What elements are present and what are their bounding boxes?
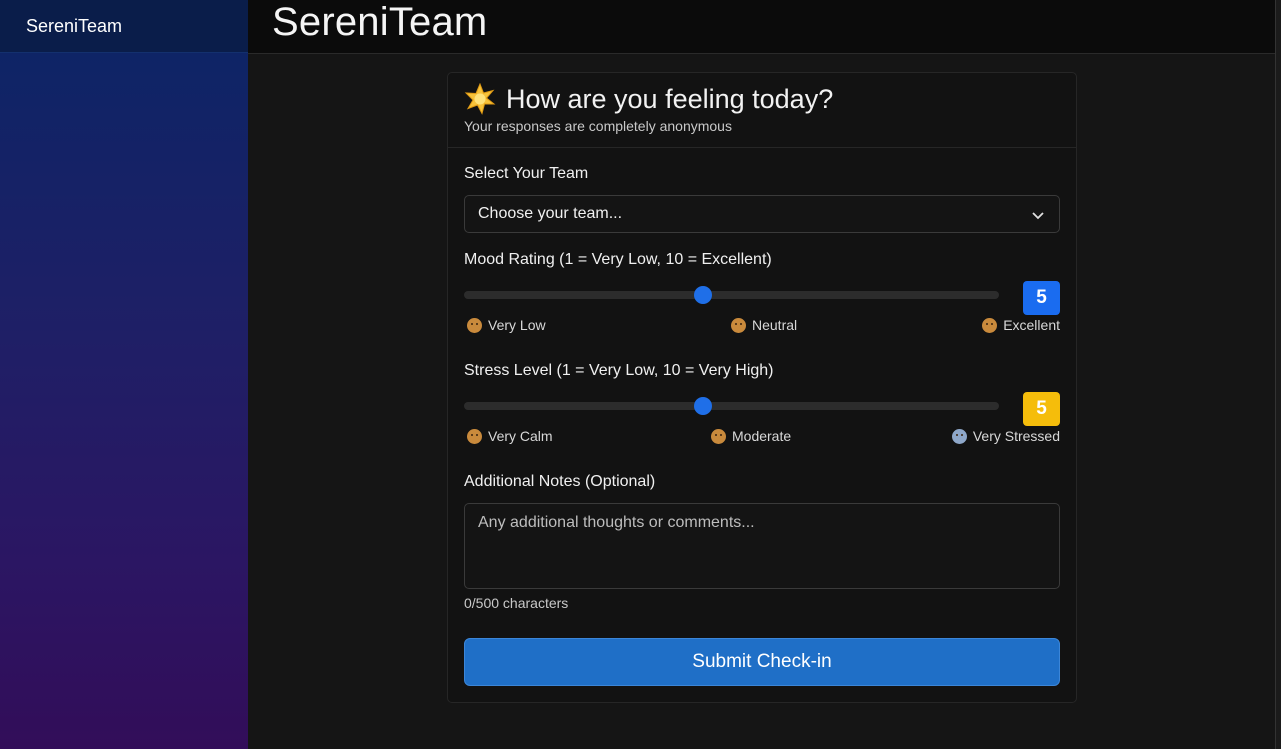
chevron-down-icon bbox=[1031, 208, 1045, 222]
sidebar: SereniTeam bbox=[0, 0, 248, 749]
stress-scale-low: Very Calm bbox=[467, 428, 553, 444]
mood-value-badge: 5 bbox=[1023, 281, 1060, 315]
stress-label: Stress Level (1 = Very Low, 10 = Very Hi… bbox=[464, 362, 774, 379]
page-title: SereniTeam bbox=[272, 0, 488, 44]
submit-checkin-button[interactable]: Submit Check-in bbox=[464, 638, 1060, 686]
team-select[interactable]: Choose your team... bbox=[464, 195, 1060, 233]
face-emoji-icon bbox=[951, 428, 967, 444]
stress-value-badge: 5 bbox=[1023, 392, 1060, 426]
notes-placeholder: Any additional thoughts or comments... bbox=[478, 514, 755, 531]
team-select-value: Choose your team... bbox=[478, 205, 623, 222]
mood-slider-thumb[interactable] bbox=[694, 286, 712, 304]
main-content: How are you feeling today? Your response… bbox=[248, 54, 1275, 749]
mood-scale-high-label: Excellent bbox=[1003, 317, 1060, 333]
sidebar-brand[interactable]: SereniTeam bbox=[0, 0, 248, 53]
face-emoji-icon bbox=[467, 317, 482, 333]
card-header: How are you feeling today? Your response… bbox=[448, 73, 1076, 148]
face-emoji-icon bbox=[731, 317, 746, 333]
stress-scale: Very Calm Moderate Very Stressed bbox=[464, 428, 1060, 446]
card-subtitle: Your responses are completely anonymous bbox=[464, 118, 732, 134]
mood-slider[interactable] bbox=[464, 286, 999, 304]
stress-slider[interactable] bbox=[464, 397, 999, 415]
face-emoji-icon bbox=[711, 428, 726, 444]
mood-label: Mood Rating (1 = Very Low, 10 = Excellen… bbox=[464, 251, 772, 268]
stress-scale-mid: Moderate bbox=[711, 428, 791, 444]
star-icon bbox=[464, 82, 496, 115]
mood-scale-mid-label: Neutral bbox=[752, 317, 798, 333]
mood-scale: Very Low Neutral Excellent bbox=[464, 317, 1060, 335]
stress-scale-mid-label: Moderate bbox=[732, 428, 792, 444]
mood-scale-mid: Neutral bbox=[731, 317, 797, 333]
stress-scale-low-label: Very Calm bbox=[488, 428, 553, 444]
scrollbar[interactable] bbox=[1275, 0, 1281, 749]
stress-slider-thumb[interactable] bbox=[694, 397, 712, 415]
face-emoji-icon bbox=[982, 317, 998, 333]
card-title: How are you feeling today? bbox=[506, 83, 834, 114]
stress-scale-high-label: Very Stressed bbox=[972, 428, 1060, 444]
character-counter: 0/500 characters bbox=[464, 595, 569, 611]
checkin-card: How are you feeling today? Your response… bbox=[447, 72, 1077, 703]
face-emoji-icon bbox=[467, 428, 482, 444]
mood-scale-low: Very Low bbox=[467, 317, 546, 333]
notes-label: Additional Notes (Optional) bbox=[464, 473, 656, 490]
mood-scale-high: Excellent bbox=[982, 317, 1060, 333]
top-bar: SereniTeam bbox=[248, 0, 1275, 54]
stress-scale-high: Very Stressed bbox=[951, 428, 1060, 444]
team-label: Select Your Team bbox=[464, 165, 589, 182]
notes-textarea[interactable]: Any additional thoughts or comments... bbox=[464, 503, 1060, 589]
mood-scale-low-label: Very Low bbox=[488, 317, 546, 333]
card-title-row: How are you feeling today? bbox=[464, 82, 1060, 115]
